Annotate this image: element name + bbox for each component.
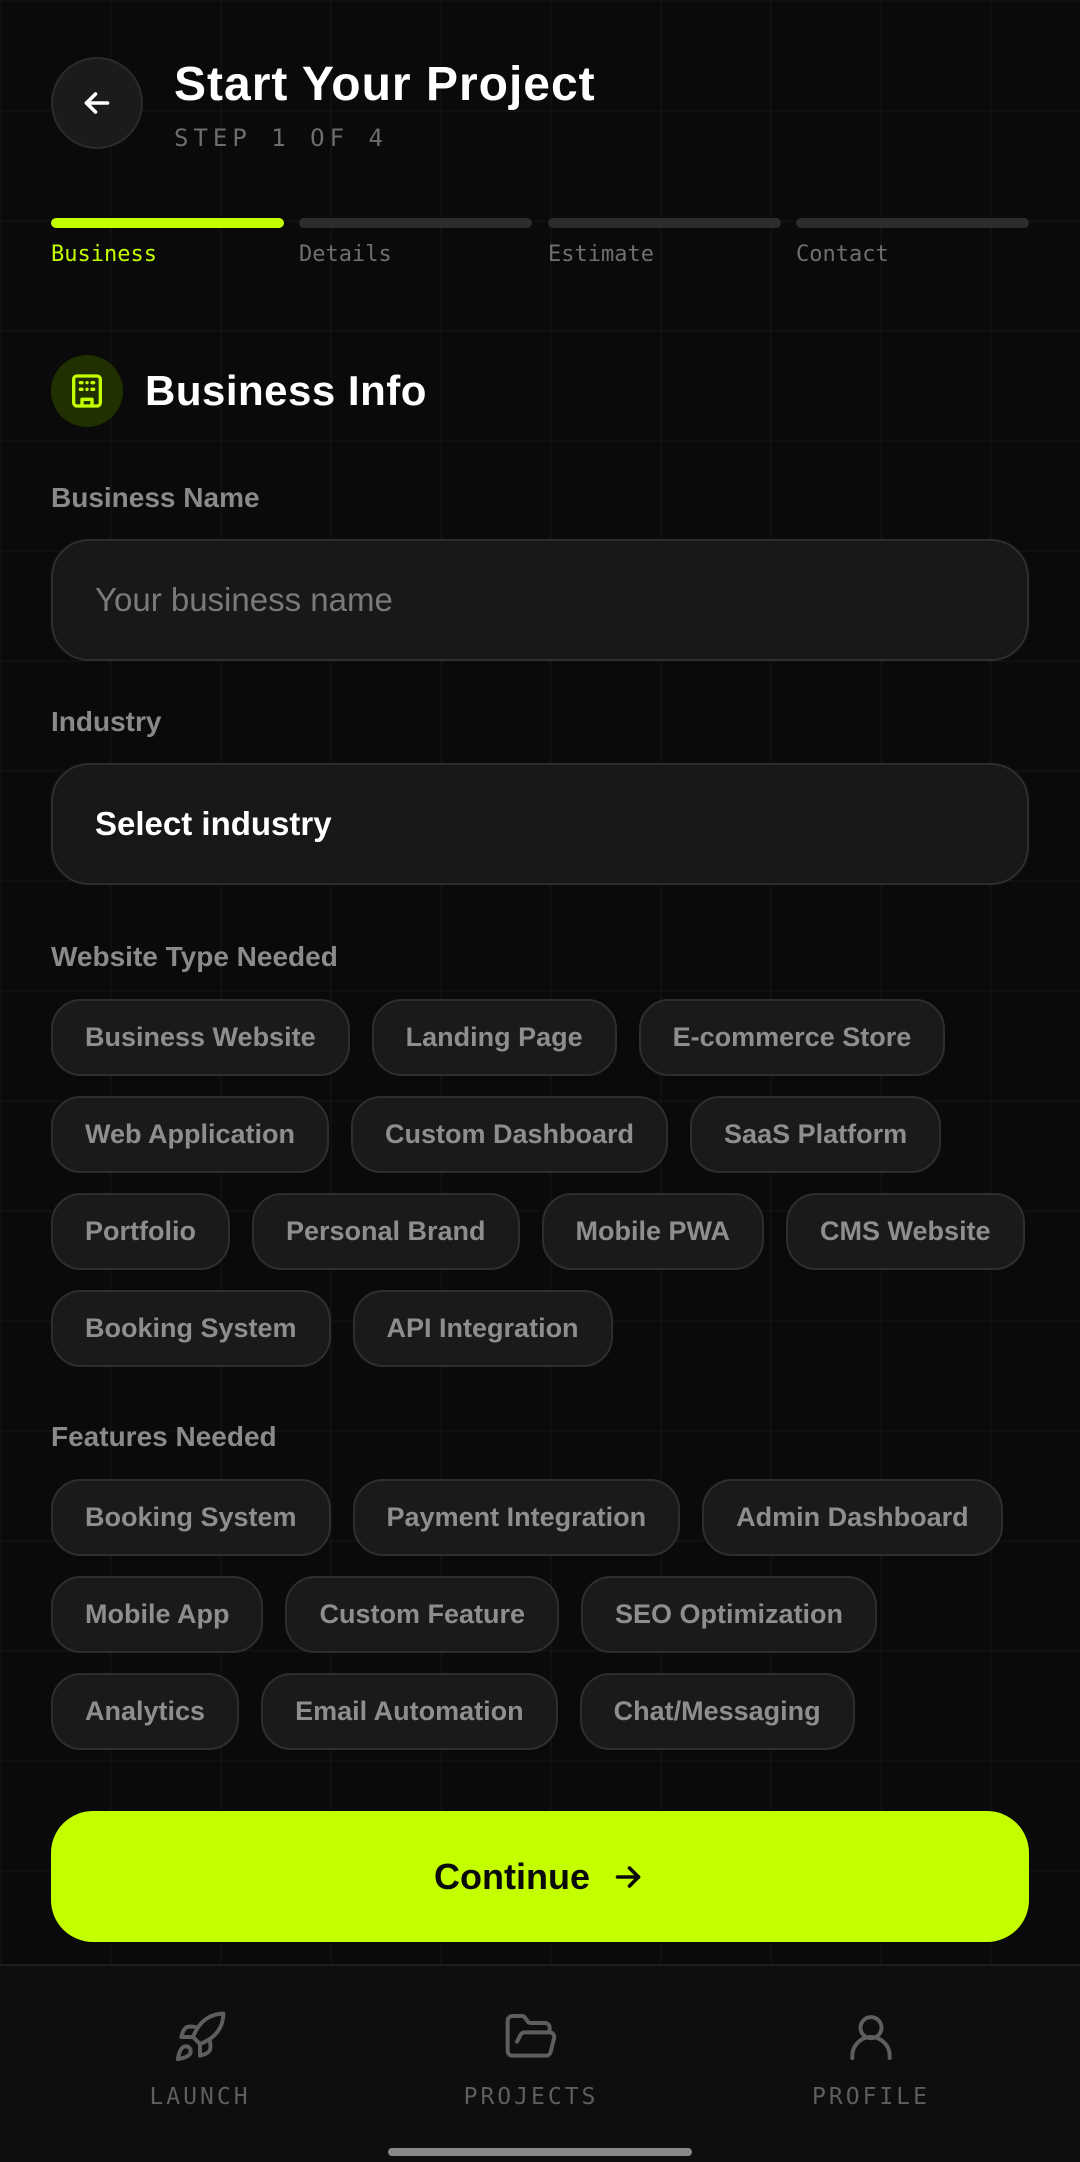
chip-custom-dashboard[interactable]: Custom Dashboard <box>351 1096 669 1173</box>
business-name-field[interactable] <box>51 539 1029 661</box>
nav-label: PROJECTS <box>463 2084 599 2110</box>
chip-row: Business Website Landing Page E-commerce… <box>51 999 1041 1076</box>
chip-personal-brand[interactable]: Personal Brand <box>251 1193 520 1270</box>
chip-feature-admin-dashboard[interactable]: Admin Dashboard <box>702 1479 1003 1556</box>
section-header: Business Info <box>51 354 427 428</box>
chip-row: Portfolio Personal Brand Mobile PWA CMS … <box>51 1193 1041 1270</box>
progress-bar <box>299 218 532 228</box>
header: Start Your Project STEP 1 OF 4 <box>51 57 1031 152</box>
section-title: Business Info <box>145 367 427 414</box>
chip-feature-custom-feature[interactable]: Custom Feature <box>285 1576 560 1653</box>
chip-business-website[interactable]: Business Website <box>51 999 350 1076</box>
chip-feature-booking-system[interactable]: Booking System <box>51 1479 331 1556</box>
rocket-icon <box>172 2008 228 2066</box>
continue-button[interactable]: Continue <box>51 1811 1029 1942</box>
page-title: Start Your Project <box>174 58 596 111</box>
progress-bar <box>796 218 1029 228</box>
features-chips: Booking System Payment Integration Admin… <box>51 1479 1041 1770</box>
progress-bar <box>548 218 781 228</box>
building-icon <box>51 355 123 427</box>
industry-label: Industry <box>51 706 162 737</box>
progress-step-details: Details <box>299 218 532 267</box>
chip-feature-mobile-app[interactable]: Mobile App <box>51 1576 264 1653</box>
chip-ecommerce-store[interactable]: E-commerce Store <box>638 999 946 1076</box>
home-indicator <box>388 2148 692 2156</box>
bottom-nav: LAUNCH PROJECTS PROFILE <box>0 1964 1080 2162</box>
chip-feature-seo-optimization[interactable]: SEO Optimization <box>581 1576 878 1653</box>
nav-item-profile[interactable]: PROFILE <box>771 2008 971 2110</box>
progress-bar <box>51 218 284 228</box>
progress-step-label: Business <box>51 242 157 267</box>
progress-step-business: Business <box>51 218 284 267</box>
website-type-chips: Business Website Landing Page E-commerce… <box>51 999 1041 1387</box>
chip-landing-page[interactable]: Landing Page <box>371 999 617 1076</box>
progress-steps: Business Details Estimate Contact <box>51 218 1029 278</box>
website-type-label: Website Type Needed <box>51 941 338 972</box>
nav-label: LAUNCH <box>149 2084 251 2110</box>
nav-item-launch[interactable]: LAUNCH <box>100 2008 300 2110</box>
nav-label: PROFILE <box>812 2084 930 2110</box>
chip-feature-payment-integration[interactable]: Payment Integration <box>352 1479 681 1556</box>
chip-feature-email-automation[interactable]: Email Automation <box>261 1673 558 1750</box>
progress-step-estimate: Estimate <box>548 218 781 267</box>
progress-step-label: Estimate <box>548 242 654 267</box>
chip-mobile-pwa[interactable]: Mobile PWA <box>541 1193 765 1270</box>
chip-booking-system[interactable]: Booking System <box>51 1290 331 1367</box>
chip-saas-platform[interactable]: SaaS Platform <box>690 1096 942 1173</box>
chip-row: Mobile App Custom Feature SEO Optimizati… <box>51 1576 1041 1653</box>
back-button[interactable] <box>51 57 143 149</box>
folder-icon <box>503 2008 559 2066</box>
step-indicator: STEP 1 OF 4 <box>174 124 388 152</box>
progress-step-label: Details <box>299 242 392 267</box>
user-icon <box>843 2008 899 2066</box>
chip-feature-chat-messaging[interactable]: Chat/Messaging <box>579 1673 855 1750</box>
business-name-label: Business Name <box>51 482 260 513</box>
chip-row: Analytics Email Automation Chat/Messagin… <box>51 1673 1041 1750</box>
progress-step-contact: Contact <box>796 218 1029 267</box>
industry-selected-value: Select industry <box>95 805 332 842</box>
continue-label: Continue <box>434 1855 590 1897</box>
chip-feature-analytics[interactable]: Analytics <box>51 1673 240 1750</box>
arrow-right-icon <box>610 1859 646 1895</box>
chip-cms-website[interactable]: CMS Website <box>786 1193 1025 1270</box>
arrow-left-icon <box>84 92 110 114</box>
chip-row: Booking System API Integration <box>51 1290 1041 1367</box>
chip-api-integration[interactable]: API Integration <box>352 1290 613 1367</box>
chip-row: Web Application Custom Dashboard SaaS Pl… <box>51 1096 1041 1173</box>
progress-step-label: Contact <box>796 242 889 267</box>
chip-portfolio[interactable]: Portfolio <box>51 1193 230 1270</box>
features-label: Features Needed <box>51 1421 277 1452</box>
chip-row: Booking System Payment Integration Admin… <box>51 1479 1041 1556</box>
nav-item-projects[interactable]: PROJECTS <box>431 2008 631 2110</box>
business-name-input[interactable] <box>95 581 1027 619</box>
chip-web-application[interactable]: Web Application <box>51 1096 330 1173</box>
industry-select[interactable]: Select industry <box>51 763 1029 885</box>
